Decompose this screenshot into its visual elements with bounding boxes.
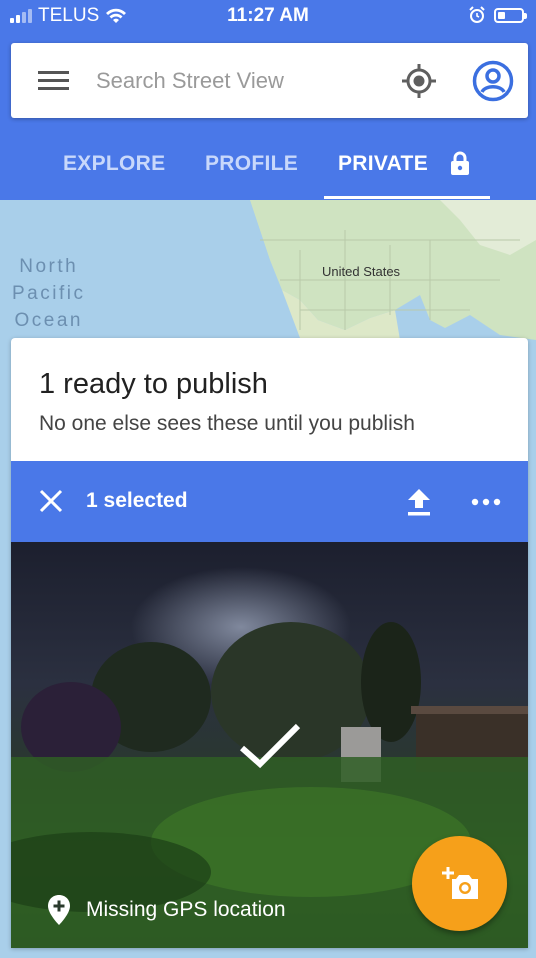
- photo-caption: Missing GPS location: [86, 898, 286, 921]
- add-photo-icon: [442, 867, 478, 899]
- close-icon[interactable]: [39, 489, 63, 513]
- search-bar[interactable]: Search Street View: [11, 43, 528, 118]
- my-location-icon[interactable]: [400, 62, 438, 100]
- status-right: [468, 6, 527, 24]
- tab-profile[interactable]: PROFILE: [205, 152, 298, 176]
- selection-bar: 1 selected: [11, 461, 528, 542]
- ocean-label: North Pacific Ocean: [12, 256, 86, 331]
- clock: 11:27 AM: [227, 5, 309, 26]
- tab-private[interactable]: PRIVATE: [338, 152, 428, 176]
- tab-explore[interactable]: EXPLORE: [63, 152, 165, 176]
- card-subtitle: No one else sees these until you publish: [39, 412, 415, 435]
- account-icon[interactable]: [472, 60, 514, 102]
- tab-bar: EXPLORE PROFILE PRIVATE: [0, 130, 536, 200]
- check-icon: [240, 723, 301, 769]
- tab-private-label: PRIVATE: [338, 152, 428, 175]
- status-bar: TELUS 11:27 AM: [0, 0, 536, 33]
- selection-count: 1 selected: [86, 489, 188, 512]
- battery-icon: [494, 7, 527, 23]
- lock-icon: [451, 151, 469, 175]
- card-title: 1 ready to publish: [39, 368, 268, 400]
- location-pin-icon: [48, 895, 70, 925]
- country-label: United States: [322, 264, 401, 279]
- active-tab-indicator: [324, 196, 490, 199]
- alarm-icon: [469, 6, 485, 23]
- upload-icon[interactable]: [406, 487, 432, 517]
- more-icon[interactable]: [471, 497, 501, 507]
- add-photo-button[interactable]: [412, 836, 507, 931]
- menu-icon[interactable]: [38, 71, 69, 91]
- search-input[interactable]: Search Street View: [96, 68, 284, 94]
